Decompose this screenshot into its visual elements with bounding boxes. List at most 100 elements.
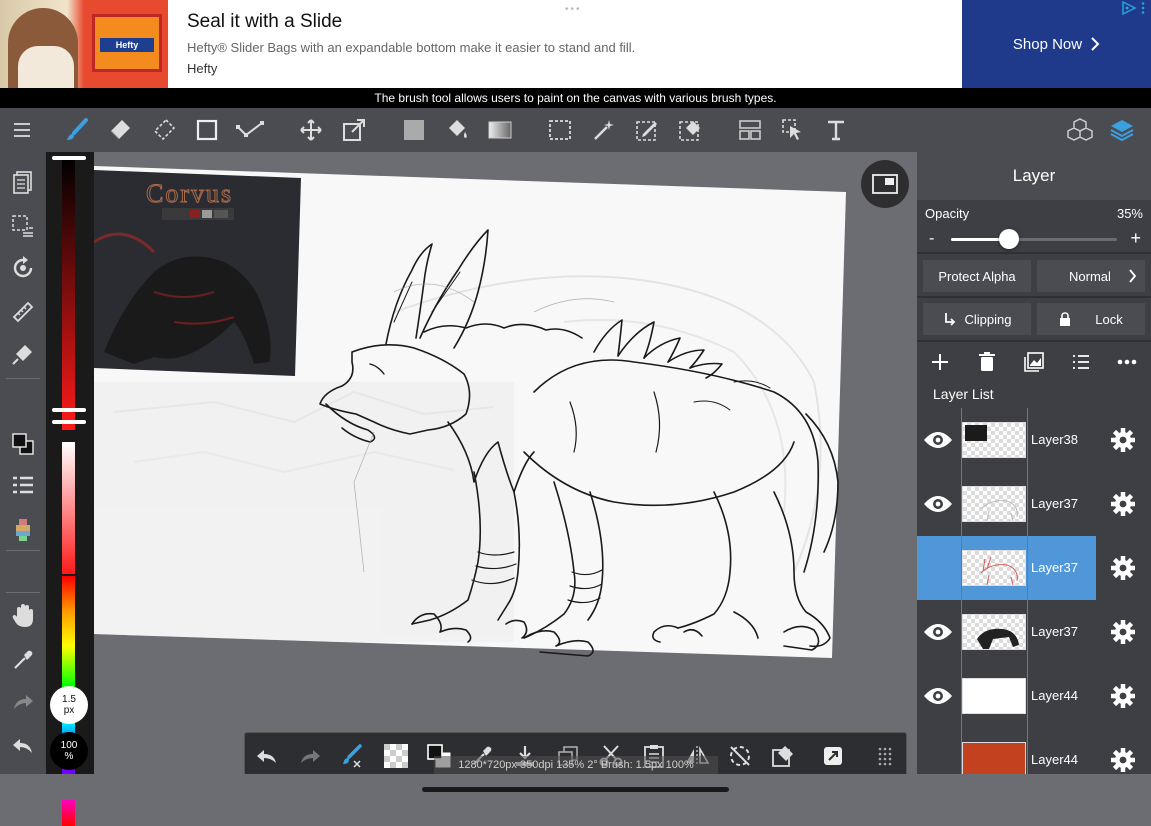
select-tool-button[interactable]	[546, 116, 574, 144]
selection-menu-button[interactable]	[7, 210, 39, 242]
select-eraser-button[interactable]	[676, 116, 704, 144]
ad-product-label: Hefty	[100, 38, 154, 52]
gear-icon[interactable]	[1110, 683, 1136, 709]
gear-icon[interactable]	[1110, 491, 1136, 517]
redo-button[interactable]	[7, 686, 39, 718]
canvas-menu-button[interactable]	[7, 166, 39, 198]
operation-tool-button[interactable]	[779, 116, 807, 144]
bucket-tool-button[interactable]	[443, 116, 471, 144]
color-swap-button[interactable]	[7, 428, 39, 460]
magic-wand-button[interactable]	[590, 116, 618, 144]
ad-cta-label: Shop Now	[1012, 35, 1083, 53]
brush-eraser-toggle-button[interactable]	[339, 742, 367, 770]
opacity-minus-button[interactable]: -	[929, 230, 934, 248]
hand-tool-button[interactable]	[7, 600, 39, 632]
brightness-bar[interactable]	[62, 158, 75, 430]
visibility-toggle[interactable]	[923, 427, 953, 453]
home-indicator[interactable]	[422, 787, 729, 792]
frame-divider-button[interactable]	[736, 116, 764, 144]
blend-mode-button[interactable]: Normal	[1037, 260, 1145, 292]
gear-icon[interactable]	[1110, 747, 1136, 773]
layer-row-selected[interactable]: Layer37	[917, 536, 1151, 600]
select-pen-button[interactable]	[633, 116, 661, 144]
layers-icon	[1110, 120, 1134, 142]
opacity-slider-handle[interactable]	[999, 229, 1019, 249]
undo-button[interactable]	[253, 742, 281, 770]
layer-row[interactable]: Layer37	[917, 472, 1151, 536]
transform-tool-button[interactable]	[340, 116, 368, 144]
text-tool-button[interactable]	[822, 116, 850, 144]
trash-icon	[979, 352, 995, 371]
ad-options-icon[interactable]	[1138, 1, 1148, 15]
menu-button[interactable]	[8, 116, 36, 144]
brightness-handle[interactable]	[52, 156, 86, 160]
ad-banner[interactable]: Hefty Seal it with a Slide Hefty® Slider…	[0, 0, 1151, 88]
layer-row[interactable]: Layer44	[917, 728, 1151, 774]
eraser-tool-button[interactable]	[106, 116, 134, 144]
blend-mode-label: Normal	[1069, 268, 1111, 284]
rotate-reset-button[interactable]	[726, 742, 754, 770]
brush-opacity-button[interactable]: 100 %	[50, 732, 88, 770]
redo-icon	[301, 750, 320, 763]
filter-button[interactable]	[7, 338, 39, 370]
gear-icon[interactable]	[1110, 555, 1136, 581]
add-layer-button[interactable]	[928, 350, 952, 374]
visibility-toggle[interactable]	[923, 619, 953, 645]
window-icon	[872, 174, 898, 194]
ad-info-icon[interactable]	[1121, 1, 1137, 15]
selection-eraser-button[interactable]	[150, 116, 178, 144]
layer-thumbnail	[962, 678, 1026, 714]
delete-layer-button[interactable]	[975, 350, 999, 374]
strip-divider	[6, 592, 40, 593]
grid-menu-button[interactable]	[871, 742, 899, 770]
visibility-toggle[interactable]	[923, 683, 953, 709]
move-tool-button[interactable]	[297, 116, 325, 144]
view-mode-button[interactable]	[861, 160, 909, 208]
ruler-button[interactable]	[7, 296, 39, 328]
visibility-toggle[interactable]	[923, 491, 953, 517]
transparent-color-button[interactable]	[382, 742, 410, 770]
gear-icon[interactable]	[1110, 427, 1136, 453]
gradient-tool-button[interactable]	[486, 116, 514, 144]
drawing-canvas[interactable]: Corvus	[94, 152, 917, 774]
gear-icon[interactable]	[1110, 619, 1136, 645]
saturation-bar[interactable]	[62, 442, 75, 574]
brush-tool-button[interactable]	[63, 116, 91, 144]
redo-button[interactable]	[296, 742, 324, 770]
layer-row[interactable]: Layer44	[917, 664, 1151, 728]
brush-list-button[interactable]	[7, 470, 39, 502]
layer-row[interactable]: Layer38	[917, 408, 1151, 472]
saturation-handle[interactable]	[52, 408, 86, 412]
opacity-plus-button[interactable]: +	[1130, 228, 1141, 249]
select-pen-icon	[636, 121, 657, 141]
layer-list-view-button[interactable]	[1069, 350, 1093, 374]
protect-alpha-button[interactable]: Protect Alpha	[923, 260, 1031, 292]
brush-size-button[interactable]: 1.5 px	[50, 686, 88, 724]
rotate-canvas-button[interactable]	[7, 252, 39, 284]
eyedropper-button[interactable]	[7, 644, 39, 676]
more-options-button[interactable]	[1115, 350, 1139, 374]
hue-handle[interactable]	[52, 420, 86, 424]
select-eraser-icon	[679, 121, 700, 141]
opacity-slider[interactable]	[951, 229, 1117, 249]
undo-button[interactable]	[7, 730, 39, 762]
material-button[interactable]	[1066, 116, 1094, 144]
color-set-button[interactable]	[7, 514, 39, 546]
move-icon	[300, 119, 322, 141]
grid-dots-icon	[878, 747, 892, 766]
canvas-export-button[interactable]	[819, 742, 847, 770]
layer-list[interactable]: Layer38 Layer37 Layer37 Layer37 Layer44 …	[917, 408, 1151, 774]
clipping-button[interactable]: Clipping	[923, 303, 1031, 335]
canvas-area[interactable]: Corvus	[94, 152, 917, 774]
layer-properties-button[interactable]	[1022, 350, 1046, 374]
shape-tool-button[interactable]	[193, 116, 221, 144]
fill-color-button[interactable]	[400, 116, 428, 144]
lock-button[interactable]: Lock	[1037, 303, 1145, 335]
layer-row[interactable]: Layer37	[917, 600, 1151, 664]
ad-title[interactable]: Seal it with a Slide	[187, 11, 342, 33]
select-clear-button[interactable]	[769, 742, 797, 770]
ad-image[interactable]: Hefty	[0, 0, 168, 88]
layers-button[interactable]	[1108, 116, 1136, 144]
vector-tool-button[interactable]	[236, 116, 264, 144]
layer-name: Layer44	[1031, 752, 1078, 767]
